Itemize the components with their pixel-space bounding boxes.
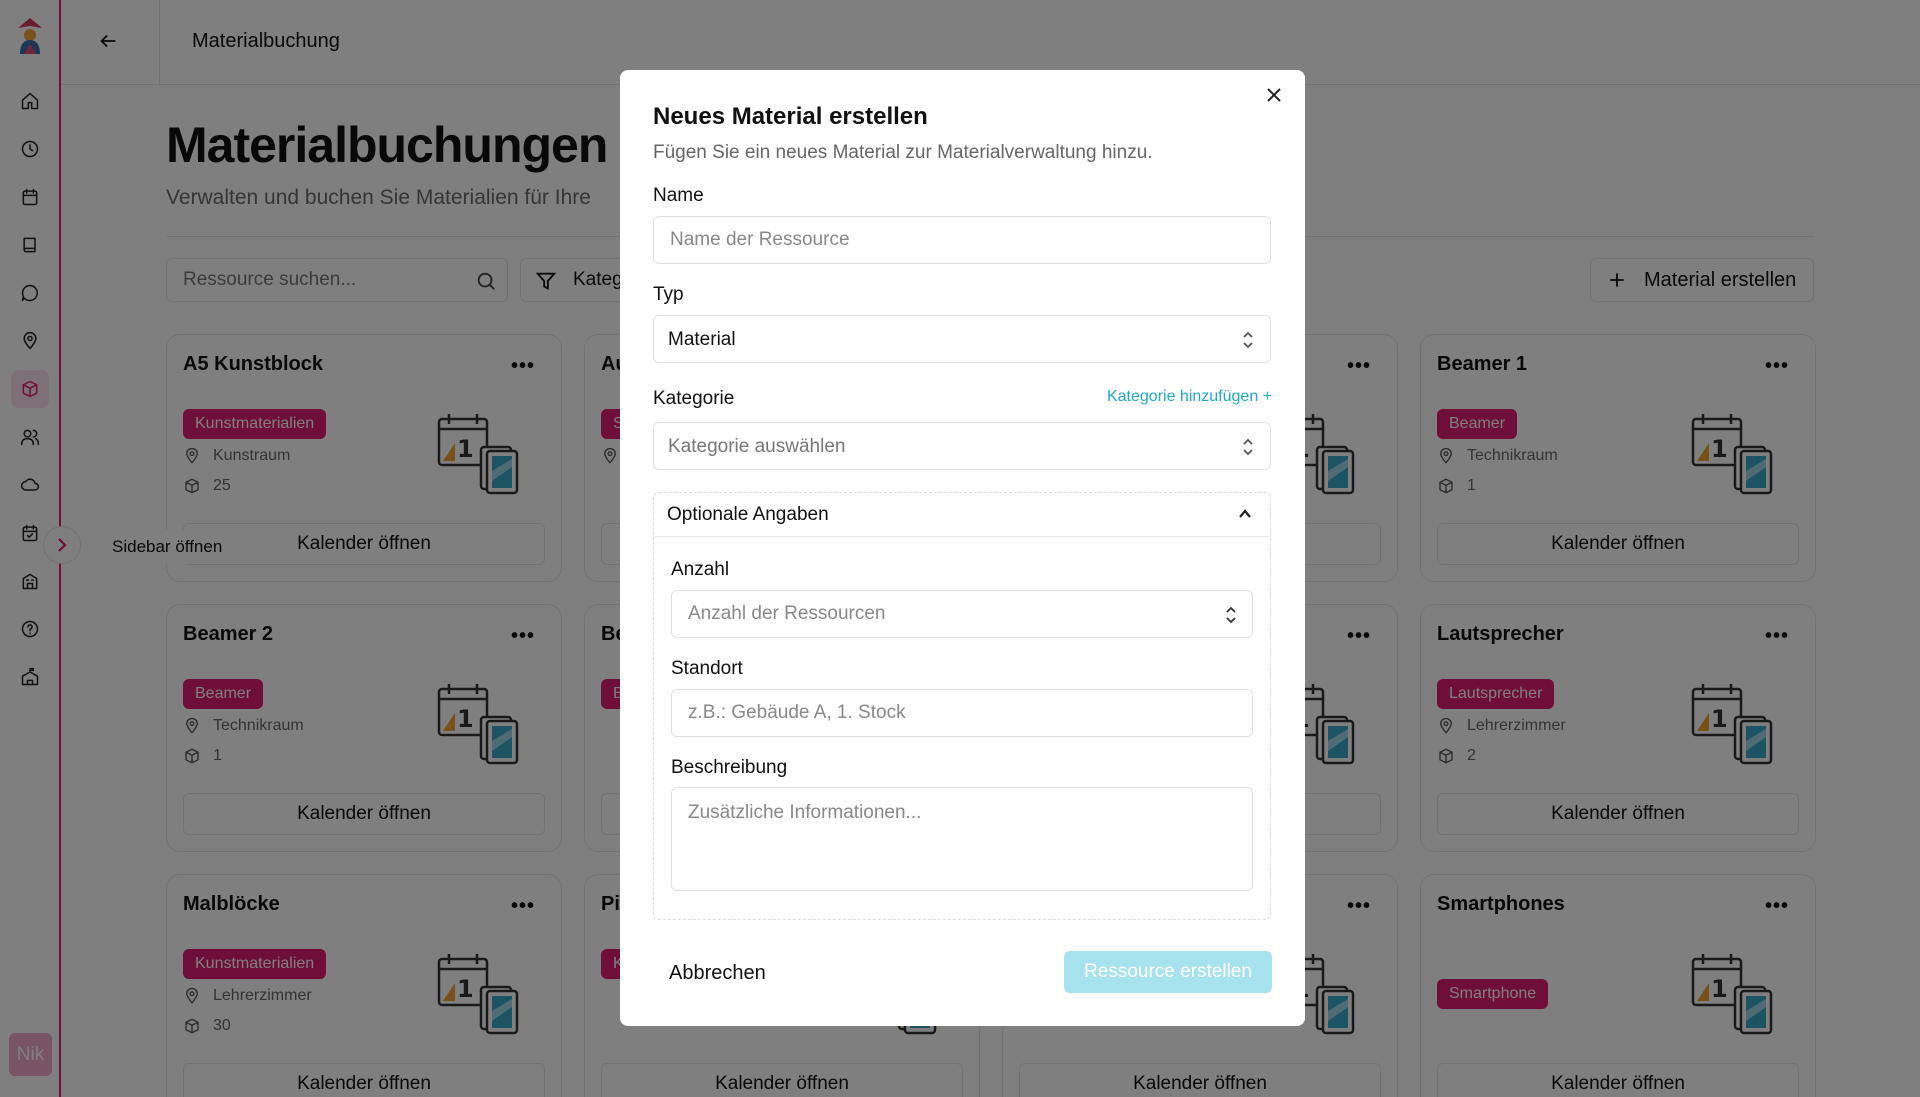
optional-section-toggle[interactable]: Optionale Angaben [654,493,1270,537]
dialog-description: Fügen Sie ein neues Material zur Materia… [653,142,1153,163]
amount-input[interactable] [672,591,1252,637]
description-label: Beschreibung [671,757,788,778]
description-textarea[interactable] [672,788,1252,890]
location-field-box [671,689,1253,737]
add-category-link[interactable]: Kategorie hinzufügen + [1107,388,1272,406]
location-label: Standort [671,658,743,679]
description-field-box [671,787,1253,891]
location-input[interactable] [672,690,1252,736]
create-material-dialog: Neues Material erstellen Fügen Sie ein n… [620,70,1305,1026]
create-resource-button[interactable]: Ressource erstellen [1064,951,1272,993]
name-field-box [653,216,1271,264]
close-icon[interactable] [1265,86,1287,108]
chevron-updown-icon [1240,437,1256,457]
name-input[interactable] [654,217,1270,263]
dialog-title: Neues Material erstellen [653,103,928,130]
amount-label: Anzahl [671,559,730,580]
category-label: Kategorie [653,388,735,409]
cancel-button[interactable]: Abbrechen [669,962,766,985]
stepper-icon[interactable] [1224,605,1238,625]
chevron-up-icon [1236,505,1254,523]
amount-field-box [671,590,1253,638]
optional-section-label: Optionale Angaben [667,504,829,525]
optional-section: Optionale Angaben Anzahl Standort Beschr… [653,492,1271,920]
type-label: Typ [653,284,684,305]
type-select[interactable]: Material [653,315,1271,363]
name-label: Name [653,185,704,206]
category-select-placeholder: Kategorie auswählen [668,436,846,457]
category-select[interactable]: Kategorie auswählen [653,422,1271,470]
chevron-updown-icon [1240,330,1256,350]
type-select-value: Material [668,329,736,350]
